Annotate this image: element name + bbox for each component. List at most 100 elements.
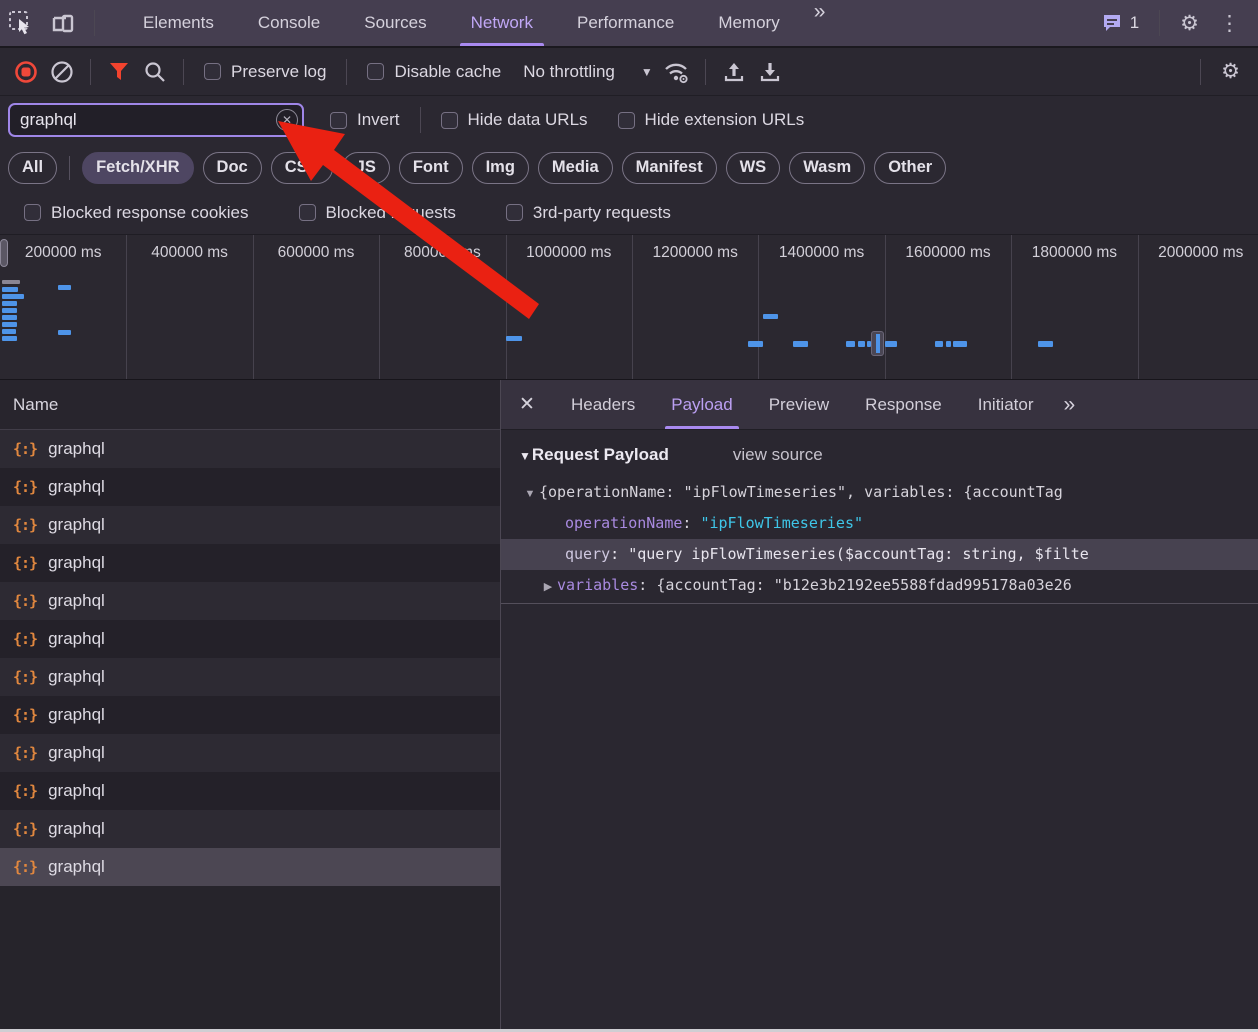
json-file-icon: {:} <box>13 744 37 762</box>
request-name: graphql <box>48 477 105 497</box>
request-row[interactable]: {:}graphql <box>0 658 500 696</box>
import-har-button[interactable] <box>716 56 752 88</box>
filter-toggle-button[interactable] <box>101 56 137 88</box>
network-settings-gear-icon[interactable]: ⚙ <box>1211 59 1250 84</box>
request-row[interactable]: {:}graphql <box>0 696 500 734</box>
more-detail-tabs-icon[interactable]: » <box>1051 393 1085 417</box>
chip-manifest[interactable]: Manifest <box>622 152 717 184</box>
message-bubble-icon <box>1101 12 1123 34</box>
request-row[interactable]: {:}graphql <box>0 620 500 658</box>
more-tabs-icon[interactable]: » <box>802 0 836 46</box>
detail-tab-response[interactable]: Response <box>849 380 958 429</box>
request-timing-bar <box>2 294 24 299</box>
request-name: graphql <box>48 781 105 801</box>
tab-memory[interactable]: Memory <box>703 0 794 46</box>
chip-fetch-xhr[interactable]: Fetch/XHR <box>82 152 193 184</box>
json-file-icon: {:} <box>13 820 37 838</box>
chip-doc[interactable]: Doc <box>203 152 262 184</box>
chip-other[interactable]: Other <box>874 152 946 184</box>
hide-data-urls-checkbox[interactable]: Hide data URLs <box>441 110 588 130</box>
divider <box>420 107 421 133</box>
request-name: graphql <box>48 591 105 611</box>
invert-label: Invert <box>357 110 400 130</box>
throttling-select[interactable]: No throttling ▼ <box>523 62 653 82</box>
chip-css[interactable]: CSS <box>271 152 333 184</box>
request-row[interactable]: {:}graphql <box>0 848 500 886</box>
network-overview-timeline[interactable]: 2000000 ms1800000 ms1600000 ms1400000 ms… <box>0 234 1258 380</box>
invert-checkbox[interactable]: Invert <box>330 110 400 130</box>
request-timing-bar <box>2 308 17 313</box>
device-toolbar-button[interactable] <box>42 0 84 46</box>
request-row[interactable]: {:}graphql <box>0 544 500 582</box>
request-timing-bar <box>2 280 20 284</box>
chip-ws[interactable]: WS <box>726 152 781 184</box>
chip-wasm[interactable]: Wasm <box>789 152 865 184</box>
settings-gear-icon[interactable]: ⚙ <box>1170 11 1209 36</box>
blocked-response-cookies-label: Blocked response cookies <box>51 203 249 223</box>
tab-network[interactable]: Network <box>456 0 548 46</box>
request-row[interactable]: {:}graphql <box>0 734 500 772</box>
request-timing-bar <box>748 341 763 347</box>
chip-all[interactable]: All <box>8 152 57 184</box>
view-source-link[interactable]: view source <box>733 445 823 465</box>
devtools-tab-bar: Elements Console Sources Network Perform… <box>0 0 1258 48</box>
request-row[interactable]: {:}graphql <box>0 468 500 506</box>
tab-elements[interactable]: Elements <box>128 0 229 46</box>
tab-sources[interactable]: Sources <box>349 0 441 46</box>
network-conditions-button[interactable] <box>659 56 695 88</box>
json-string-value: "query ipFlowTimeseries($accountTag: str… <box>628 545 1089 563</box>
request-row[interactable]: {:}graphql <box>0 582 500 620</box>
request-payload-header[interactable]: ▼Request Payload <box>519 445 669 465</box>
json-file-icon: {:} <box>13 630 37 648</box>
record-button[interactable] <box>8 56 44 88</box>
filter-input[interactable] <box>8 103 304 137</box>
detail-tab-preview[interactable]: Preview <box>753 380 845 429</box>
request-row[interactable]: {:} graphql <box>0 810 500 848</box>
chip-media[interactable]: Media <box>538 152 613 184</box>
chip-js[interactable]: JS <box>342 152 390 184</box>
json-file-icon: {:} <box>13 668 37 686</box>
payload-query-row[interactable]: query: "query ipFlowTimeseries($accountT… <box>501 539 1258 570</box>
clear-filter-icon[interactable]: ✕ <box>276 109 298 131</box>
request-row[interactable]: {:}graphql <box>0 772 500 810</box>
inspect-element-button[interactable] <box>0 0 42 46</box>
hide-extension-urls-checkbox[interactable]: Hide extension URLs <box>618 110 805 130</box>
issues-button[interactable]: 1 <box>1091 12 1149 34</box>
request-row[interactable]: {:}graphql <box>0 506 500 544</box>
request-name: graphql <box>48 553 105 573</box>
request-row[interactable]: {:}graphql <box>0 430 500 468</box>
preserve-log-checkbox[interactable]: Preserve log <box>204 62 326 82</box>
chip-font[interactable]: Font <box>399 152 463 184</box>
kebab-menu-icon[interactable]: ⋮ <box>1209 11 1250 36</box>
payload-root-node[interactable]: ▼{operationName: "ipFlowTimeseries", var… <box>501 477 1258 508</box>
request-timing-bar <box>2 329 16 334</box>
third-party-requests-checkbox[interactable]: 3rd-party requests <box>506 203 671 223</box>
chip-img[interactable]: Img <box>472 152 529 184</box>
blocked-requests-checkbox[interactable]: Blocked requests <box>299 203 456 223</box>
request-list-panel: Name {:} graphql {:} graphql {:} graphql {:} gr… <box>0 380 501 1029</box>
request-name: graphql <box>48 819 105 839</box>
blocked-response-cookies-checkbox[interactable]: Blocked response cookies <box>24 203 249 223</box>
wifi-gear-icon <box>662 59 692 85</box>
export-har-button[interactable] <box>752 56 788 88</box>
detail-tab-payload[interactable]: Payload <box>655 380 748 429</box>
payload-variables-row[interactable]: ▶variables: {accountTag: "b12e3b2192ee55… <box>501 570 1258 601</box>
device-toolbar-icon <box>50 10 76 36</box>
chevron-down-icon: ▼ <box>641 65 653 79</box>
tab-console[interactable]: Console <box>243 0 335 46</box>
disable-cache-checkbox[interactable]: Disable cache <box>367 62 501 82</box>
detail-tab-headers[interactable]: Headers <box>555 380 651 429</box>
divider <box>90 59 91 85</box>
clear-log-button[interactable] <box>44 56 80 88</box>
close-detail-icon[interactable]: ✕ <box>501 393 553 416</box>
divider <box>1200 59 1201 85</box>
payload-operation-name-row[interactable]: operationName: "ipFlowTimeseries" <box>501 508 1258 539</box>
network-search-button[interactable] <box>137 56 173 88</box>
detail-tab-initiator[interactable]: Initiator <box>962 380 1050 429</box>
timeline-scroll-thumb[interactable] <box>0 239 8 267</box>
name-column-header[interactable]: Name <box>0 380 500 430</box>
tab-performance[interactable]: Performance <box>562 0 689 46</box>
collapse-triangle-icon: ▼ <box>519 449 531 463</box>
request-name: graphql <box>48 439 105 459</box>
third-party-requests-label: 3rd-party requests <box>533 203 671 223</box>
